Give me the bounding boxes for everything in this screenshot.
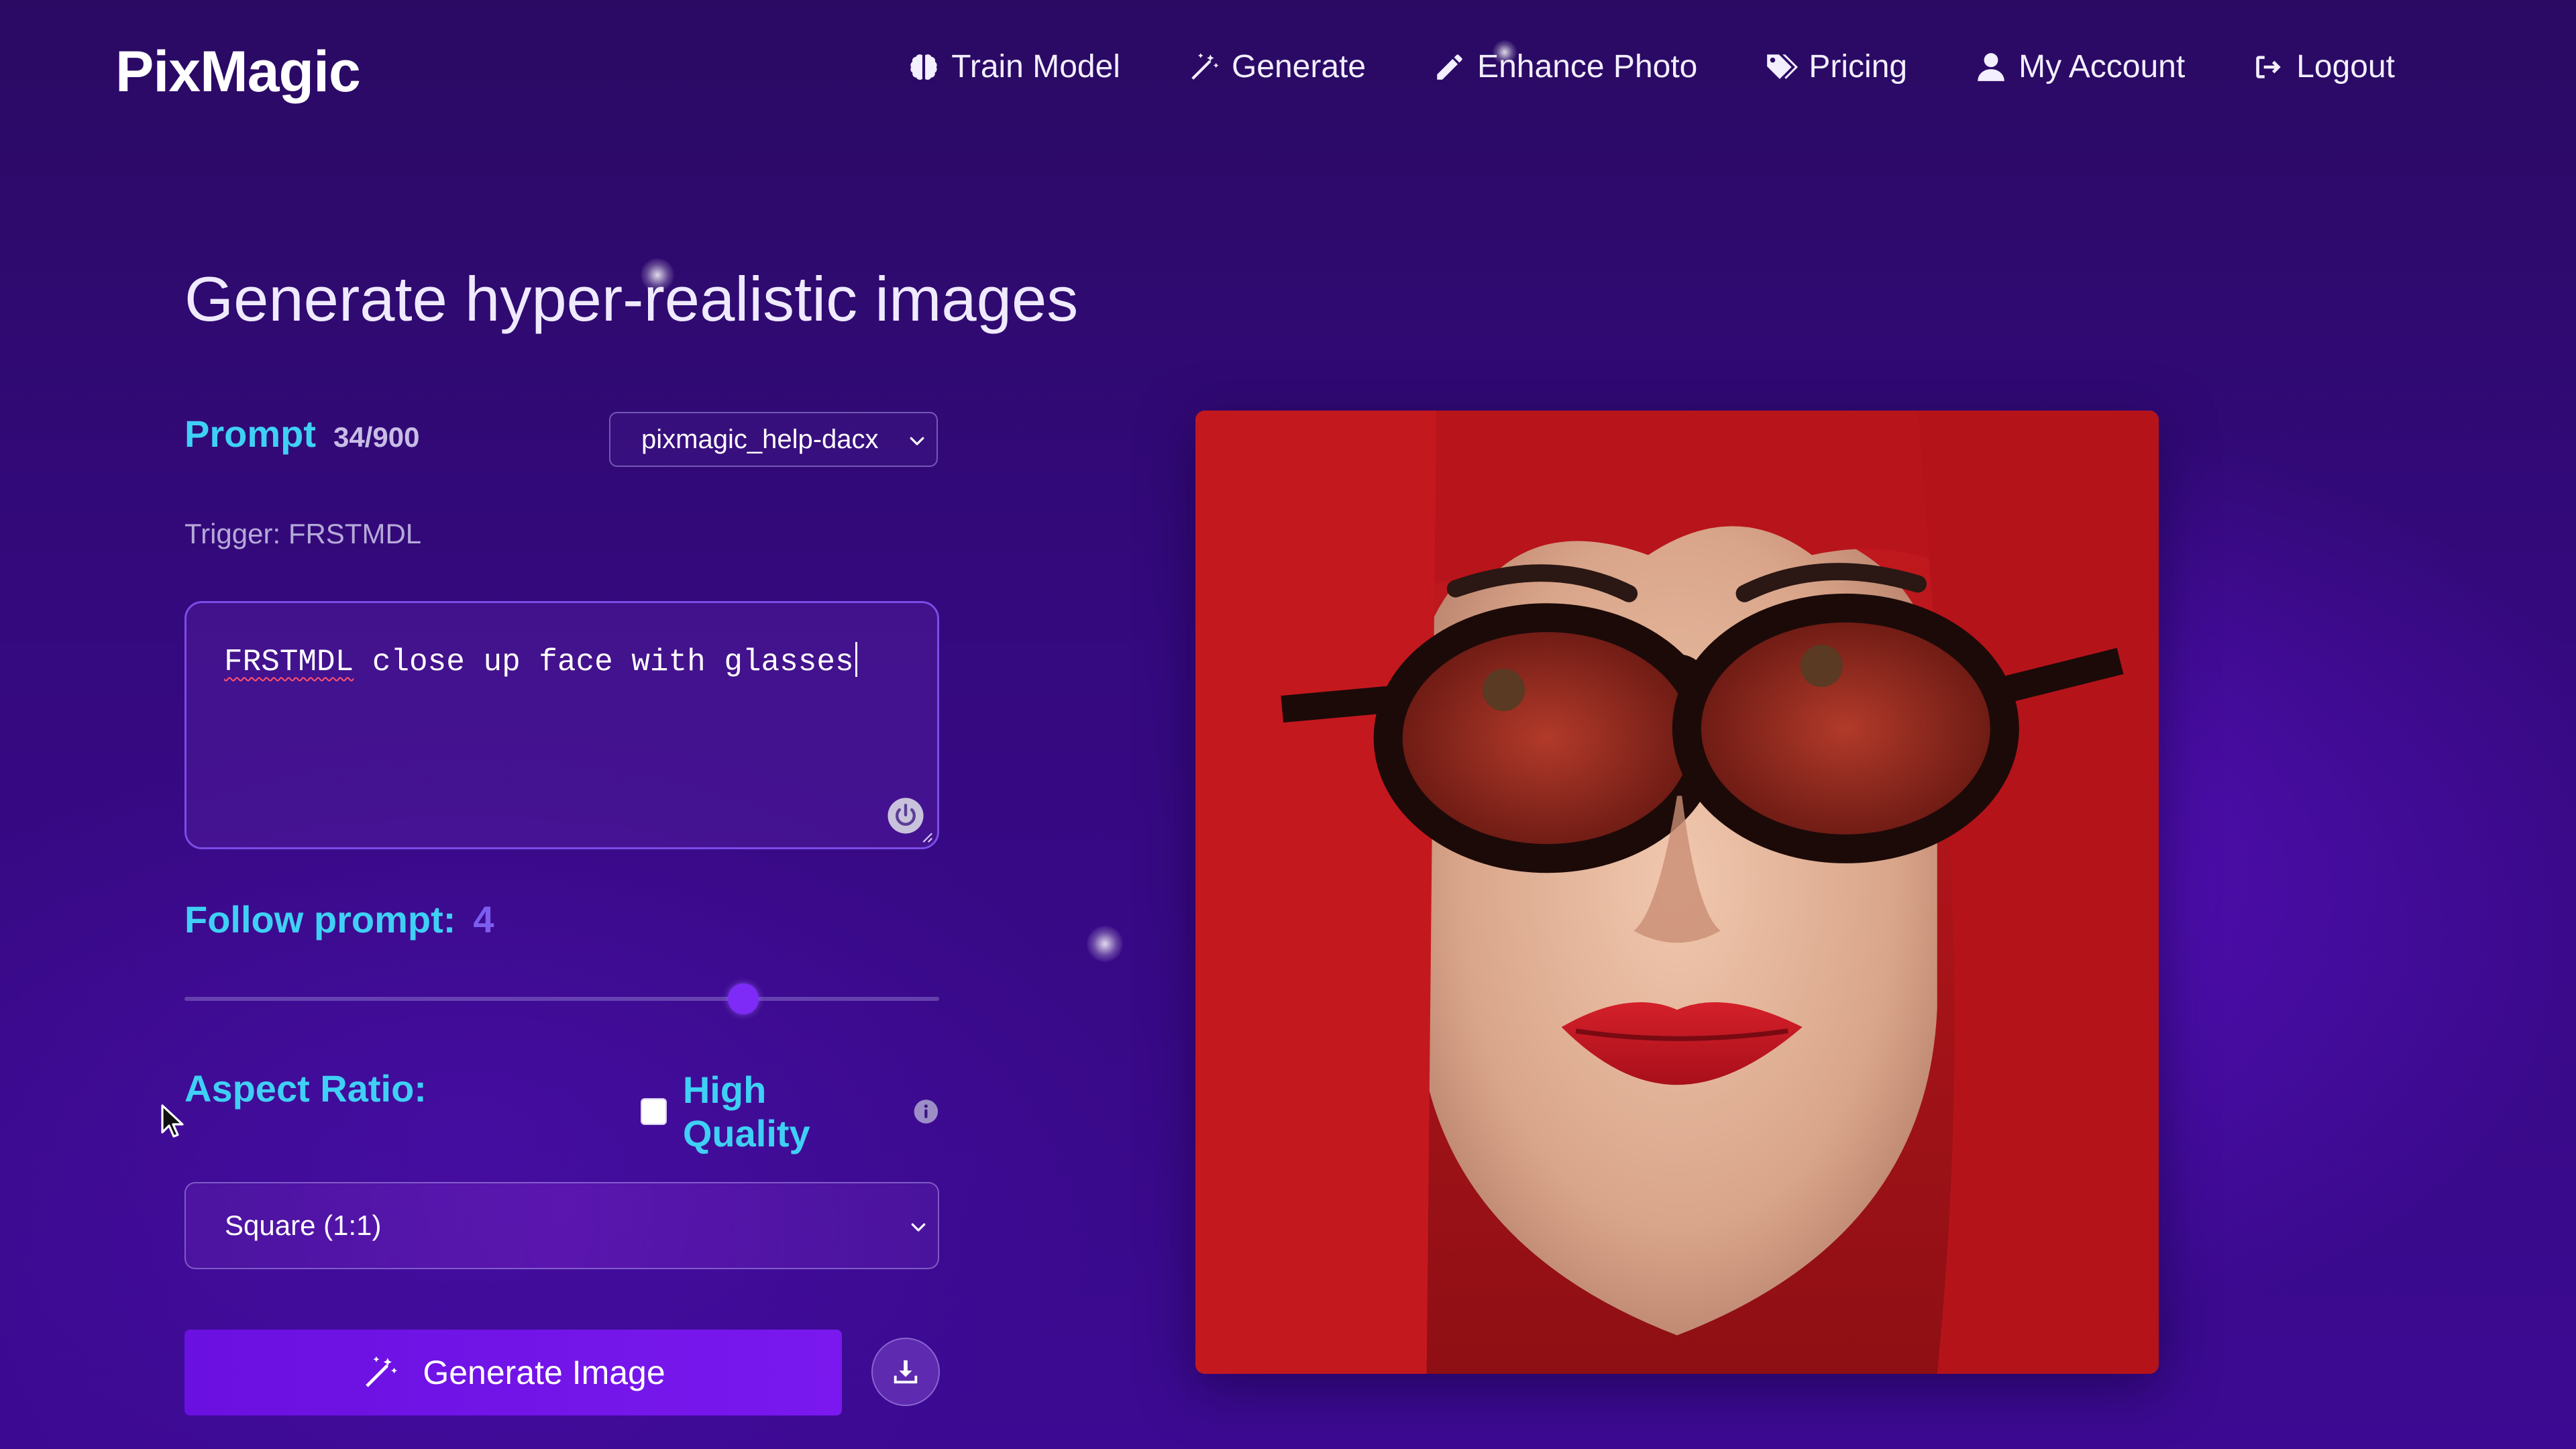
model-select[interactable]: pixmagic_help-dacx [609, 412, 938, 467]
logout-icon [2256, 55, 2281, 78]
nav-train-model[interactable]: Train Model [907, 48, 1120, 85]
sparkle-decoration [1087, 926, 1123, 962]
text-caret [855, 642, 857, 677]
magic-wand-icon [1191, 52, 1219, 80]
prompt-trigger-word: FRSTMDL [224, 645, 354, 680]
top-nav: Train Model Generate Enhance Photo Prici… [907, 48, 2395, 85]
page-title: Generate hyper-realistic images [184, 264, 1079, 334]
high-quality-checkbox[interactable] [641, 1098, 667, 1125]
nav-label: Generate [1231, 49, 1366, 85]
nav-logout[interactable]: Logout [2252, 48, 2395, 85]
high-quality-label[interactable]: High Quality [683, 1068, 897, 1155]
aspect-ratio-label: Aspect Ratio: [184, 1067, 427, 1110]
user-icon [1978, 52, 2004, 81]
generated-image[interactable] [1195, 411, 2159, 1374]
portrait-illustration [1195, 411, 2159, 1374]
nav-label: Train Model [951, 49, 1120, 85]
prompt-text: close up face with glasses [354, 645, 854, 680]
download-icon [894, 1360, 918, 1384]
follow-prompt-label: Follow prompt: [184, 898, 456, 941]
nav-label: Enhance Photo [1477, 49, 1698, 85]
nav-my-account[interactable]: My Account [1974, 48, 2185, 85]
slider-thumb[interactable] [727, 983, 759, 1014]
high-quality-option: High Quality [641, 1068, 939, 1155]
prompt-header: Prompt 34/900 [184, 412, 419, 455]
nav-pricing[interactable]: Pricing [1764, 48, 1907, 85]
resize-grip-icon[interactable] [918, 828, 933, 843]
info-icon[interactable] [913, 1098, 939, 1125]
nav-label: My Account [2019, 49, 2186, 85]
follow-prompt-slider[interactable] [184, 983, 939, 1014]
magic-wand-icon [366, 1356, 398, 1387]
follow-prompt-header: Follow prompt: 4 [184, 898, 494, 941]
generate-image-label: Generate Image [423, 1354, 665, 1391]
follow-prompt-value: 4 [473, 898, 494, 941]
download-button[interactable] [871, 1338, 940, 1406]
nav-generate[interactable]: Generate [1187, 48, 1366, 85]
prompt-label: Prompt [184, 413, 316, 455]
aspect-ratio-select[interactable]: Square (1:1) [184, 1182, 939, 1269]
model-select-value: pixmagic_help-dacx [641, 424, 879, 454]
mouse-cursor-icon [161, 1104, 184, 1138]
nav-label: Pricing [1809, 49, 1908, 85]
aspect-ratio-value: Square (1:1) [225, 1210, 382, 1241]
chevron-down-icon [910, 437, 924, 445]
tags-icon [1767, 54, 1799, 79]
prompt-textarea[interactable]: FRSTMDL close up face with glasses [184, 601, 939, 849]
nav-label: Logout [2296, 49, 2395, 85]
trigger-hint: Trigger: FRSTMDL [184, 518, 422, 549]
brain-icon [910, 54, 937, 80]
nav-enhance-photo[interactable]: Enhance Photo [1433, 48, 1697, 85]
generate-image-button[interactable]: Generate Image [184, 1330, 842, 1415]
pencil-icon [1437, 54, 1462, 80]
prompt-char-count: 34/900 [333, 421, 420, 453]
chevron-down-icon [911, 1223, 926, 1232]
brand-logo[interactable]: PixMagic [115, 39, 361, 105]
